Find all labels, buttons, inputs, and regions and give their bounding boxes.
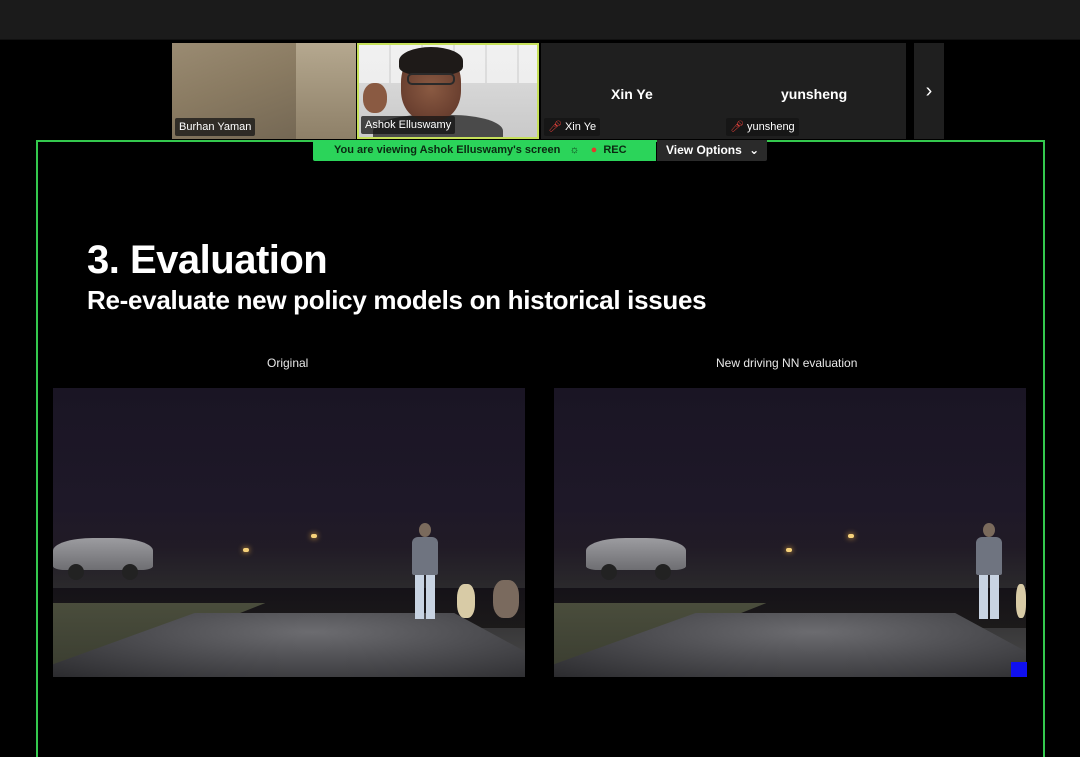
annotation-marker <box>1011 662 1027 677</box>
video-person-hand <box>363 83 387 113</box>
pedestrian-legs <box>415 575 435 619</box>
view-options-button[interactable]: View Options ⌄ <box>657 140 767 161</box>
muted-mic-icon: 🎤︎ <box>548 121 562 133</box>
chevron-right-icon: › <box>925 79 933 102</box>
record-dot-icon: ● <box>590 144 598 156</box>
scene-dog <box>1016 584 1026 618</box>
scene-light <box>786 548 792 552</box>
pedestrian-torso <box>976 537 1002 575</box>
screen-share-banner: You are viewing Ashok Elluswamy's screen… <box>313 140 656 161</box>
participant-tile-yunsheng[interactable]: yunsheng <box>781 86 847 102</box>
participant-tile-xin[interactable]: Xin Ye <box>611 86 653 102</box>
left-video-caption: Original <box>267 356 309 370</box>
scene-car <box>586 538 686 580</box>
rec-label: REC <box>603 144 627 156</box>
scene-dog <box>457 584 475 618</box>
participant-tiles-audio-only: Xin Ye yunsheng 🎤︎ Xin Ye 🎤︎ yunsheng <box>541 43 906 139</box>
participant-tile-ashok[interactable]: Ashok Elluswamy <box>357 43 539 139</box>
pedestrian-head <box>419 523 431 537</box>
next-participants-button[interactable]: › <box>914 43 944 139</box>
share-banner-text: You are viewing Ashok Elluswamy's screen <box>334 144 561 156</box>
scene-pedestrian <box>972 523 1006 623</box>
pedestrian-torso <box>412 537 438 575</box>
slide-subtitle: Re-evaluate new policy models on histori… <box>87 285 707 315</box>
scene-light <box>311 534 317 538</box>
share-status-icon: ☼ <box>569 144 580 156</box>
participant-name-label: 🎤︎ yunsheng <box>726 118 799 136</box>
pedestrian-head <box>983 523 995 537</box>
scene-light <box>243 548 249 552</box>
participant-tile-burhan[interactable]: Burhan Yaman <box>172 43 356 139</box>
participant-name-label: 🎤︎ Xin Ye <box>544 118 601 136</box>
chevron-down-icon: ⌄ <box>749 143 760 157</box>
participant-name-label: Burhan Yaman <box>175 118 256 136</box>
original-video-frame <box>53 388 525 677</box>
slide-title: 3. Evaluation <box>87 238 328 282</box>
participant-strip: Burhan Yaman Ashok Elluswamy Xin Ye yuns… <box>0 40 1080 140</box>
pedestrian-legs <box>979 575 999 619</box>
video-person-glasses <box>407 73 455 85</box>
scene-dog <box>493 580 519 618</box>
window-titlebar <box>0 0 1080 40</box>
muted-mic-icon: 🎤︎ <box>730 121 744 133</box>
video-person-hair <box>399 47 463 75</box>
scene-car <box>53 538 153 580</box>
participant-name-label: Ashok Elluswamy <box>361 116 456 134</box>
new-nn-video-frame <box>554 388 1026 677</box>
scene-pedestrian <box>408 523 442 623</box>
video-background <box>296 43 356 139</box>
right-video-caption: New driving NN evaluation <box>716 356 858 370</box>
scene-light <box>848 534 854 538</box>
view-options-label: View Options <box>666 143 742 157</box>
